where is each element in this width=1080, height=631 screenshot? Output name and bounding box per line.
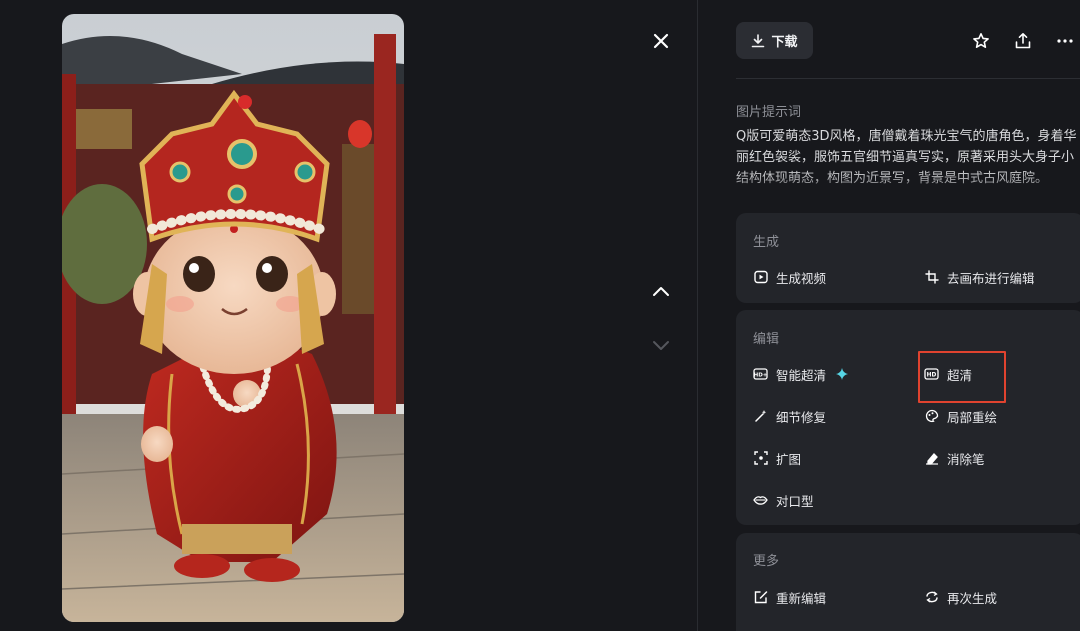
next-image-button[interactable]	[646, 330, 676, 360]
star-icon	[973, 33, 989, 48]
panel-divider	[697, 0, 698, 631]
generate-section: 生成 生成视频 去画布进行编辑	[736, 213, 1080, 303]
toolbar-actions	[968, 28, 1078, 54]
canvas-edit-button[interactable]: 去画布进行编辑	[924, 266, 1035, 288]
smart-upscale-button[interactable]: HD+ 智能超清	[753, 363, 849, 385]
re-edit-label: 重新编辑	[776, 590, 827, 606]
close-icon	[653, 33, 669, 49]
chevron-up-icon	[653, 287, 669, 296]
favorite-button[interactable]	[968, 28, 994, 54]
generate-video-button[interactable]: 生成视频	[753, 266, 826, 288]
outpaint-button[interactable]: 扩图	[753, 447, 801, 469]
expand-icon	[753, 451, 768, 466]
palette-icon	[924, 409, 939, 424]
re-edit-button[interactable]: 重新编辑	[753, 586, 826, 608]
smart-upscale-label: 智能超清	[776, 367, 827, 383]
share-button[interactable]	[1010, 28, 1036, 54]
edit-icon	[753, 590, 768, 605]
toolbar-divider	[736, 78, 1080, 79]
download-label: 下载	[771, 35, 798, 50]
previous-image-button[interactable]	[646, 276, 676, 306]
section-title-generate: 生成	[753, 235, 780, 250]
section-title-more: 更多	[753, 554, 780, 569]
download-button[interactable]: 下载	[736, 22, 813, 59]
download-icon	[752, 33, 765, 47]
eraser-button[interactable]: 消除笔	[924, 447, 985, 469]
svg-text:HD: HD	[927, 372, 937, 378]
more-section: 更多 重新编辑 再次生成	[736, 533, 1080, 631]
prompt-text: Q版可爱萌态3D风格，唐僧戴着珠光宝气的唐角色，身着华 丽红色袈裟，服饰五官细节…	[736, 129, 1077, 186]
upscale-button[interactable]: HD 超清	[924, 363, 972, 385]
chevron-down-icon	[653, 341, 669, 350]
generated-image	[62, 14, 404, 622]
generate-video-label: 生成视频	[776, 270, 827, 286]
sparkle-icon	[834, 367, 849, 382]
detail-repair-label: 细节修复	[776, 409, 827, 425]
section-title-edit: 编辑	[753, 332, 780, 347]
magic-wand-icon	[753, 409, 768, 424]
hd-plus-icon: HD+	[753, 367, 768, 382]
close-button[interactable]	[646, 26, 676, 56]
lips-icon	[753, 493, 768, 508]
crop-icon	[924, 270, 939, 285]
eraser-icon	[924, 451, 939, 466]
detail-repair-button[interactable]: 细节修复	[753, 405, 826, 427]
regenerate-label: 再次生成	[947, 590, 998, 606]
svg-text:HD+: HD+	[754, 372, 768, 378]
play-square-icon	[753, 270, 768, 285]
more-icon	[1057, 39, 1073, 43]
detail-panel: 下载 图片提示词 Q版可爱萌态3D风格，唐僧戴着珠光宝气的唐角色，身着华 丽红色…	[736, 0, 1080, 631]
more-button[interactable]	[1052, 28, 1078, 54]
regenerate-icon	[924, 590, 939, 605]
edit-section: 编辑 HD+ 智能超清 HD 超清 细节修复 局部重绘 扩图 消除笔 对口型	[736, 310, 1080, 525]
upscale-label: 超清	[947, 367, 973, 383]
canvas-edit-label: 去画布进行编辑	[947, 270, 1035, 286]
inpaint-label: 局部重绘	[947, 409, 998, 425]
regenerate-button[interactable]: 再次生成	[924, 586, 997, 608]
eraser-label: 消除笔	[947, 451, 985, 467]
hd-icon: HD	[924, 367, 939, 382]
lip-sync-label: 对口型	[776, 493, 814, 509]
share-icon	[1015, 33, 1031, 49]
prompt-title: 图片提示词	[736, 105, 802, 120]
inpaint-button[interactable]: 局部重绘	[924, 405, 997, 427]
tang-monk-illustration	[62, 14, 404, 622]
outpaint-label: 扩图	[776, 451, 802, 467]
lip-sync-button[interactable]: 对口型	[753, 489, 814, 511]
